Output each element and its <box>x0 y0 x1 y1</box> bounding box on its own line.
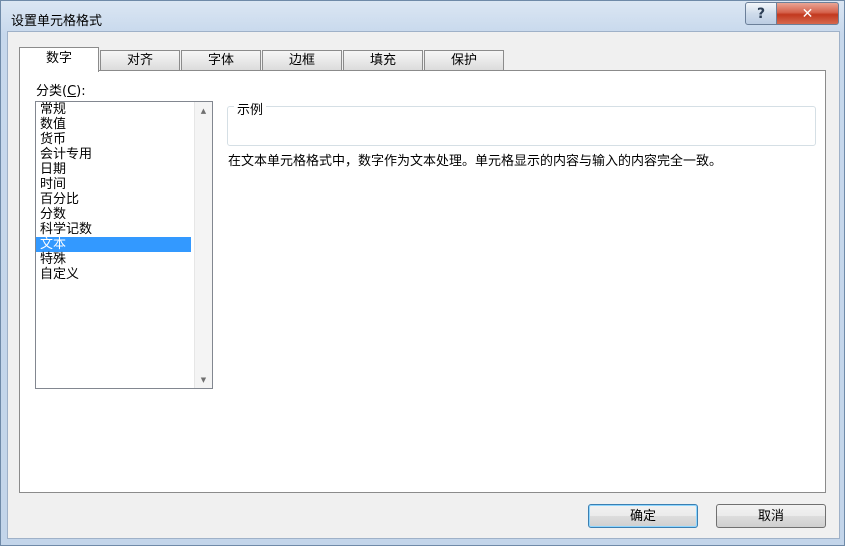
sample-legend: 示例 <box>234 99 267 118</box>
category-item[interactable]: 科学记数 <box>36 222 191 237</box>
cancel-button[interactable]: 取消 <box>716 504 826 528</box>
category-item[interactable]: 货币 <box>36 132 191 147</box>
tab-panel-number: 分类(C): 常规 数值 货币 会计专用 日期 时间 百分比 分数 科学记数 文本 特殊 自定义 ▲ … <box>19 70 826 493</box>
help-button[interactable]: ? <box>745 2 777 25</box>
tab-protection[interactable]: 保护 <box>424 50 504 70</box>
category-item[interactable]: 分数 <box>36 207 191 222</box>
category-item[interactable]: 文本 <box>36 237 191 252</box>
category-item[interactable]: 百分比 <box>36 192 191 207</box>
format-cells-dialog: 设置单元格格式 ? ✕ 数字 对齐 字体 边框 填充 保护 分类(C): 常规数… <box>0 0 845 546</box>
scroll-down-icon[interactable]: ▼ <box>195 371 212 388</box>
tab-alignment[interactable]: 对齐 <box>100 50 180 70</box>
category-item[interactable]: 数值 <box>36 117 191 132</box>
category-item[interactable]: 日期 <box>36 162 191 177</box>
category-list: 常规 数值 货币 会计专用 日期 时间 百分比 分数 科学记数 文本 特殊 自定义 <box>36 102 191 282</box>
category-item[interactable]: 时间 <box>36 177 191 192</box>
category-item[interactable]: 自定义 <box>36 267 191 282</box>
scroll-up-icon[interactable]: ▲ <box>195 102 212 119</box>
category-item[interactable]: 常规 <box>36 102 191 117</box>
category-listbox[interactable]: 常规 数值 货币 会计专用 日期 时间 百分比 分数 科学记数 文本 特殊 自定义 ▲ ▼ <box>35 101 213 389</box>
category-label: 分类(C): <box>36 84 86 99</box>
close-button[interactable]: ✕ <box>776 2 839 25</box>
sample-group: 示例 <box>227 99 816 146</box>
tab-fill[interactable]: 填充 <box>343 50 423 70</box>
format-description: 在文本单元格格式中，数字作为文本处理。单元格显示的内容与输入的内容完全一致。 <box>228 154 723 169</box>
category-scrollbar[interactable]: ▲ ▼ <box>194 102 212 388</box>
dialog-title: 设置单元格格式 <box>11 14 103 29</box>
ok-button[interactable]: 确定 <box>588 504 698 528</box>
dialog-body: 数字 对齐 字体 边框 填充 保护 分类(C): 常规 数值 货币 会计专用 日期 时间百… <box>7 31 840 539</box>
tab-number[interactable]: 数字 <box>19 47 99 72</box>
tab-font[interactable]: 字体 <box>181 50 261 70</box>
category-item[interactable]: 特殊 <box>36 252 191 267</box>
category-item[interactable]: 会计专用 <box>36 147 191 162</box>
tab-border[interactable]: 边框 <box>262 50 342 70</box>
